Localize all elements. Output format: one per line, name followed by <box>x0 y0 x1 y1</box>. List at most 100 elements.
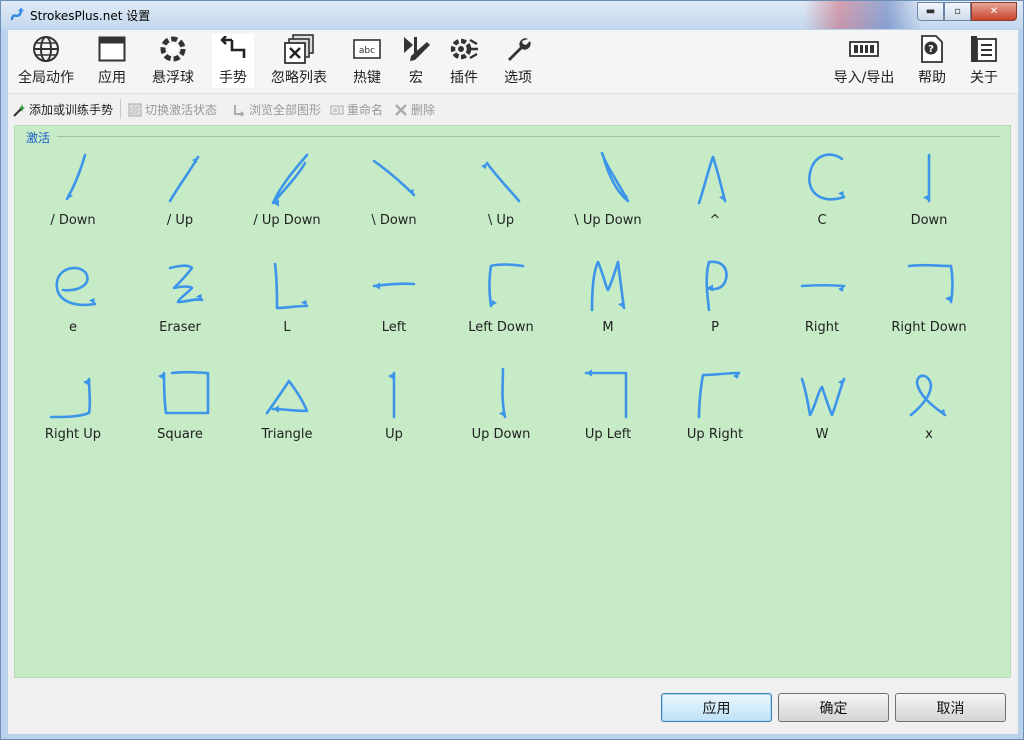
gesture-item[interactable]: ^ <box>662 149 768 245</box>
gesture-item[interactable]: Left Down <box>448 256 554 352</box>
gesture-item[interactable]: \ Up Down <box>555 149 661 245</box>
toolbar-label: 应用 <box>98 70 126 86</box>
toolbar-about[interactable]: 关于 <box>964 34 1004 88</box>
cancel-button[interactable]: 取消 <box>895 693 1006 722</box>
client-area: 全局动作 应用 悬浮球 手势 忽略列表 abc 热键 宏 插件 选项 导入/导出… <box>8 30 1018 734</box>
gesture-stroke-icon <box>65 153 87 201</box>
gesture-action-bar: 添加或训练手势 切换激活状态 浏览全部图形 重命名 删除 <box>8 95 1018 123</box>
gesture-stroke-icon <box>590 260 626 312</box>
gesture-item[interactable]: Square <box>127 363 233 459</box>
toolbar-hotkeys[interactable]: abc 热键 <box>346 34 388 88</box>
toolbar-plugins[interactable]: 插件 <box>444 34 484 88</box>
window-title: StrokesPlus.net 设置 <box>30 9 151 23</box>
gesture-stroke-icon <box>55 266 97 307</box>
delete-button[interactable]: 删除 <box>394 101 435 118</box>
toggle-active-button[interactable]: 切换激活状态 <box>128 101 217 118</box>
gesture-name: L <box>283 320 291 335</box>
gesture-item[interactable]: x <box>876 363 982 459</box>
toolbar-import-export[interactable]: 导入/导出 <box>828 34 900 88</box>
gesture-stroke-icon <box>388 371 396 419</box>
gesture-item[interactable]: / Up <box>127 149 233 245</box>
maximize-button[interactable]: ▫ <box>944 2 971 21</box>
import-export-icon <box>848 34 880 64</box>
gesture-name: Up <box>385 427 403 442</box>
help-icon: ? <box>916 34 948 64</box>
svg-text:?: ? <box>928 44 934 55</box>
gesture-stroke-icon <box>808 153 846 201</box>
add-or-train-gesture-label: 添加或训练手势 <box>29 103 114 117</box>
gesture-item[interactable]: Up Down <box>448 363 554 459</box>
ignore-list-icon <box>283 34 315 64</box>
gesture-item[interactable]: P <box>662 256 768 352</box>
toolbar-label: 忽略列表 <box>271 70 327 86</box>
gesture-item[interactable]: Triangle <box>234 363 340 459</box>
gesture-item[interactable]: Right Up <box>20 363 126 459</box>
gesture-stroke-icon <box>372 282 416 290</box>
gesture-stroke-icon <box>909 374 947 417</box>
gesture-item[interactable]: \ Down <box>341 149 447 245</box>
gesture-stroke-icon <box>499 367 507 419</box>
gesture-name: Down <box>910 213 948 228</box>
gesture-item[interactable]: Up Left <box>555 363 661 459</box>
gesture-stroke-icon <box>697 155 727 205</box>
toolbar-label: 选项 <box>504 70 532 86</box>
toolbar-label: 导入/导出 <box>833 70 895 86</box>
gesture-name: Right <box>804 320 840 335</box>
add-or-train-gesture-button[interactable]: 添加或训练手势 <box>12 101 113 118</box>
gesture-item[interactable]: / Up Down <box>234 149 340 245</box>
gesture-item[interactable]: Left <box>341 256 447 352</box>
gesture-name: / Up <box>166 213 194 228</box>
gesture-name: Left <box>381 320 407 335</box>
toolbar-options[interactable]: 选项 <box>498 34 538 88</box>
gesture-item[interactable]: \ Up <box>448 149 554 245</box>
plugin-icon <box>448 34 480 64</box>
gesture-stroke-icon <box>49 377 92 419</box>
gesture-name: Square <box>157 427 203 442</box>
toolbar-global-actions[interactable]: 全局动作 <box>12 34 80 88</box>
gesture-item[interactable]: Right Down <box>876 256 982 352</box>
gesture-name: \ Up <box>487 213 515 228</box>
gesture-item[interactable]: Down <box>876 149 982 245</box>
minimize-button[interactable]: ▬ <box>917 2 944 21</box>
gesture-item[interactable]: Right <box>769 256 875 352</box>
toolbar-help[interactable]: ? 帮助 <box>912 34 952 88</box>
gesture-item[interactable]: Eraser <box>127 256 233 352</box>
toolbar-apps[interactable]: 应用 <box>90 34 134 88</box>
gesture-item[interactable]: M <box>555 256 661 352</box>
toolbar-label: 帮助 <box>918 70 946 86</box>
rename-icon <box>330 103 344 117</box>
gesture-list-panel: 激活 / Down / Up / Up Down \ Down \ Up \ U… <box>14 125 1011 678</box>
toolbar-macros[interactable]: 宏 <box>398 34 434 88</box>
gesture-name: / Up Down <box>253 213 321 228</box>
gesture-item[interactable]: Up Right <box>662 363 768 459</box>
close-button[interactable]: ✕ <box>971 2 1017 21</box>
toolbar-float-ball[interactable]: 悬浮球 <box>146 34 200 88</box>
gesture-item[interactable]: L <box>234 256 340 352</box>
settings-window: StrokesPlus.net 设置 ▬ ▫ ✕ 全局动作 应用 悬浮球 手势 … <box>0 0 1024 740</box>
gesture-stroke-icon <box>600 151 630 203</box>
gesture-item[interactable]: e <box>20 256 126 352</box>
gesture-name: Up Left <box>584 427 632 442</box>
gesture-icon <box>217 34 249 64</box>
gesture-stroke-icon <box>372 159 416 197</box>
toolbar-label: 热键 <box>353 70 381 86</box>
toolbar-gestures[interactable]: 手势 <box>212 34 254 88</box>
gesture-stroke-icon <box>907 263 954 304</box>
apply-button[interactable]: 应用 <box>661 693 772 722</box>
gesture-item[interactable]: C <box>769 149 875 245</box>
gesture-stroke-icon <box>273 262 309 310</box>
gesture-stroke-icon <box>800 377 846 417</box>
gesture-item[interactable]: / Down <box>20 149 126 245</box>
gesture-item[interactable]: Up <box>341 363 447 459</box>
browse-all-shapes-button[interactable]: 浏览全部图形 <box>232 101 321 118</box>
gesture-item[interactable]: W <box>769 363 875 459</box>
gesture-name: ^ <box>709 213 721 228</box>
gesture-name: Left Down <box>468 320 534 335</box>
magic-wand-icon <box>12 103 26 117</box>
globe-icon <box>30 34 62 64</box>
toolbar-label: 插件 <box>450 70 478 86</box>
toolbar-ignore-list[interactable]: 忽略列表 <box>266 34 332 88</box>
gesture-stroke-icon <box>488 263 525 308</box>
ok-button[interactable]: 确定 <box>778 693 889 722</box>
rename-button[interactable]: 重命名 <box>330 101 383 118</box>
